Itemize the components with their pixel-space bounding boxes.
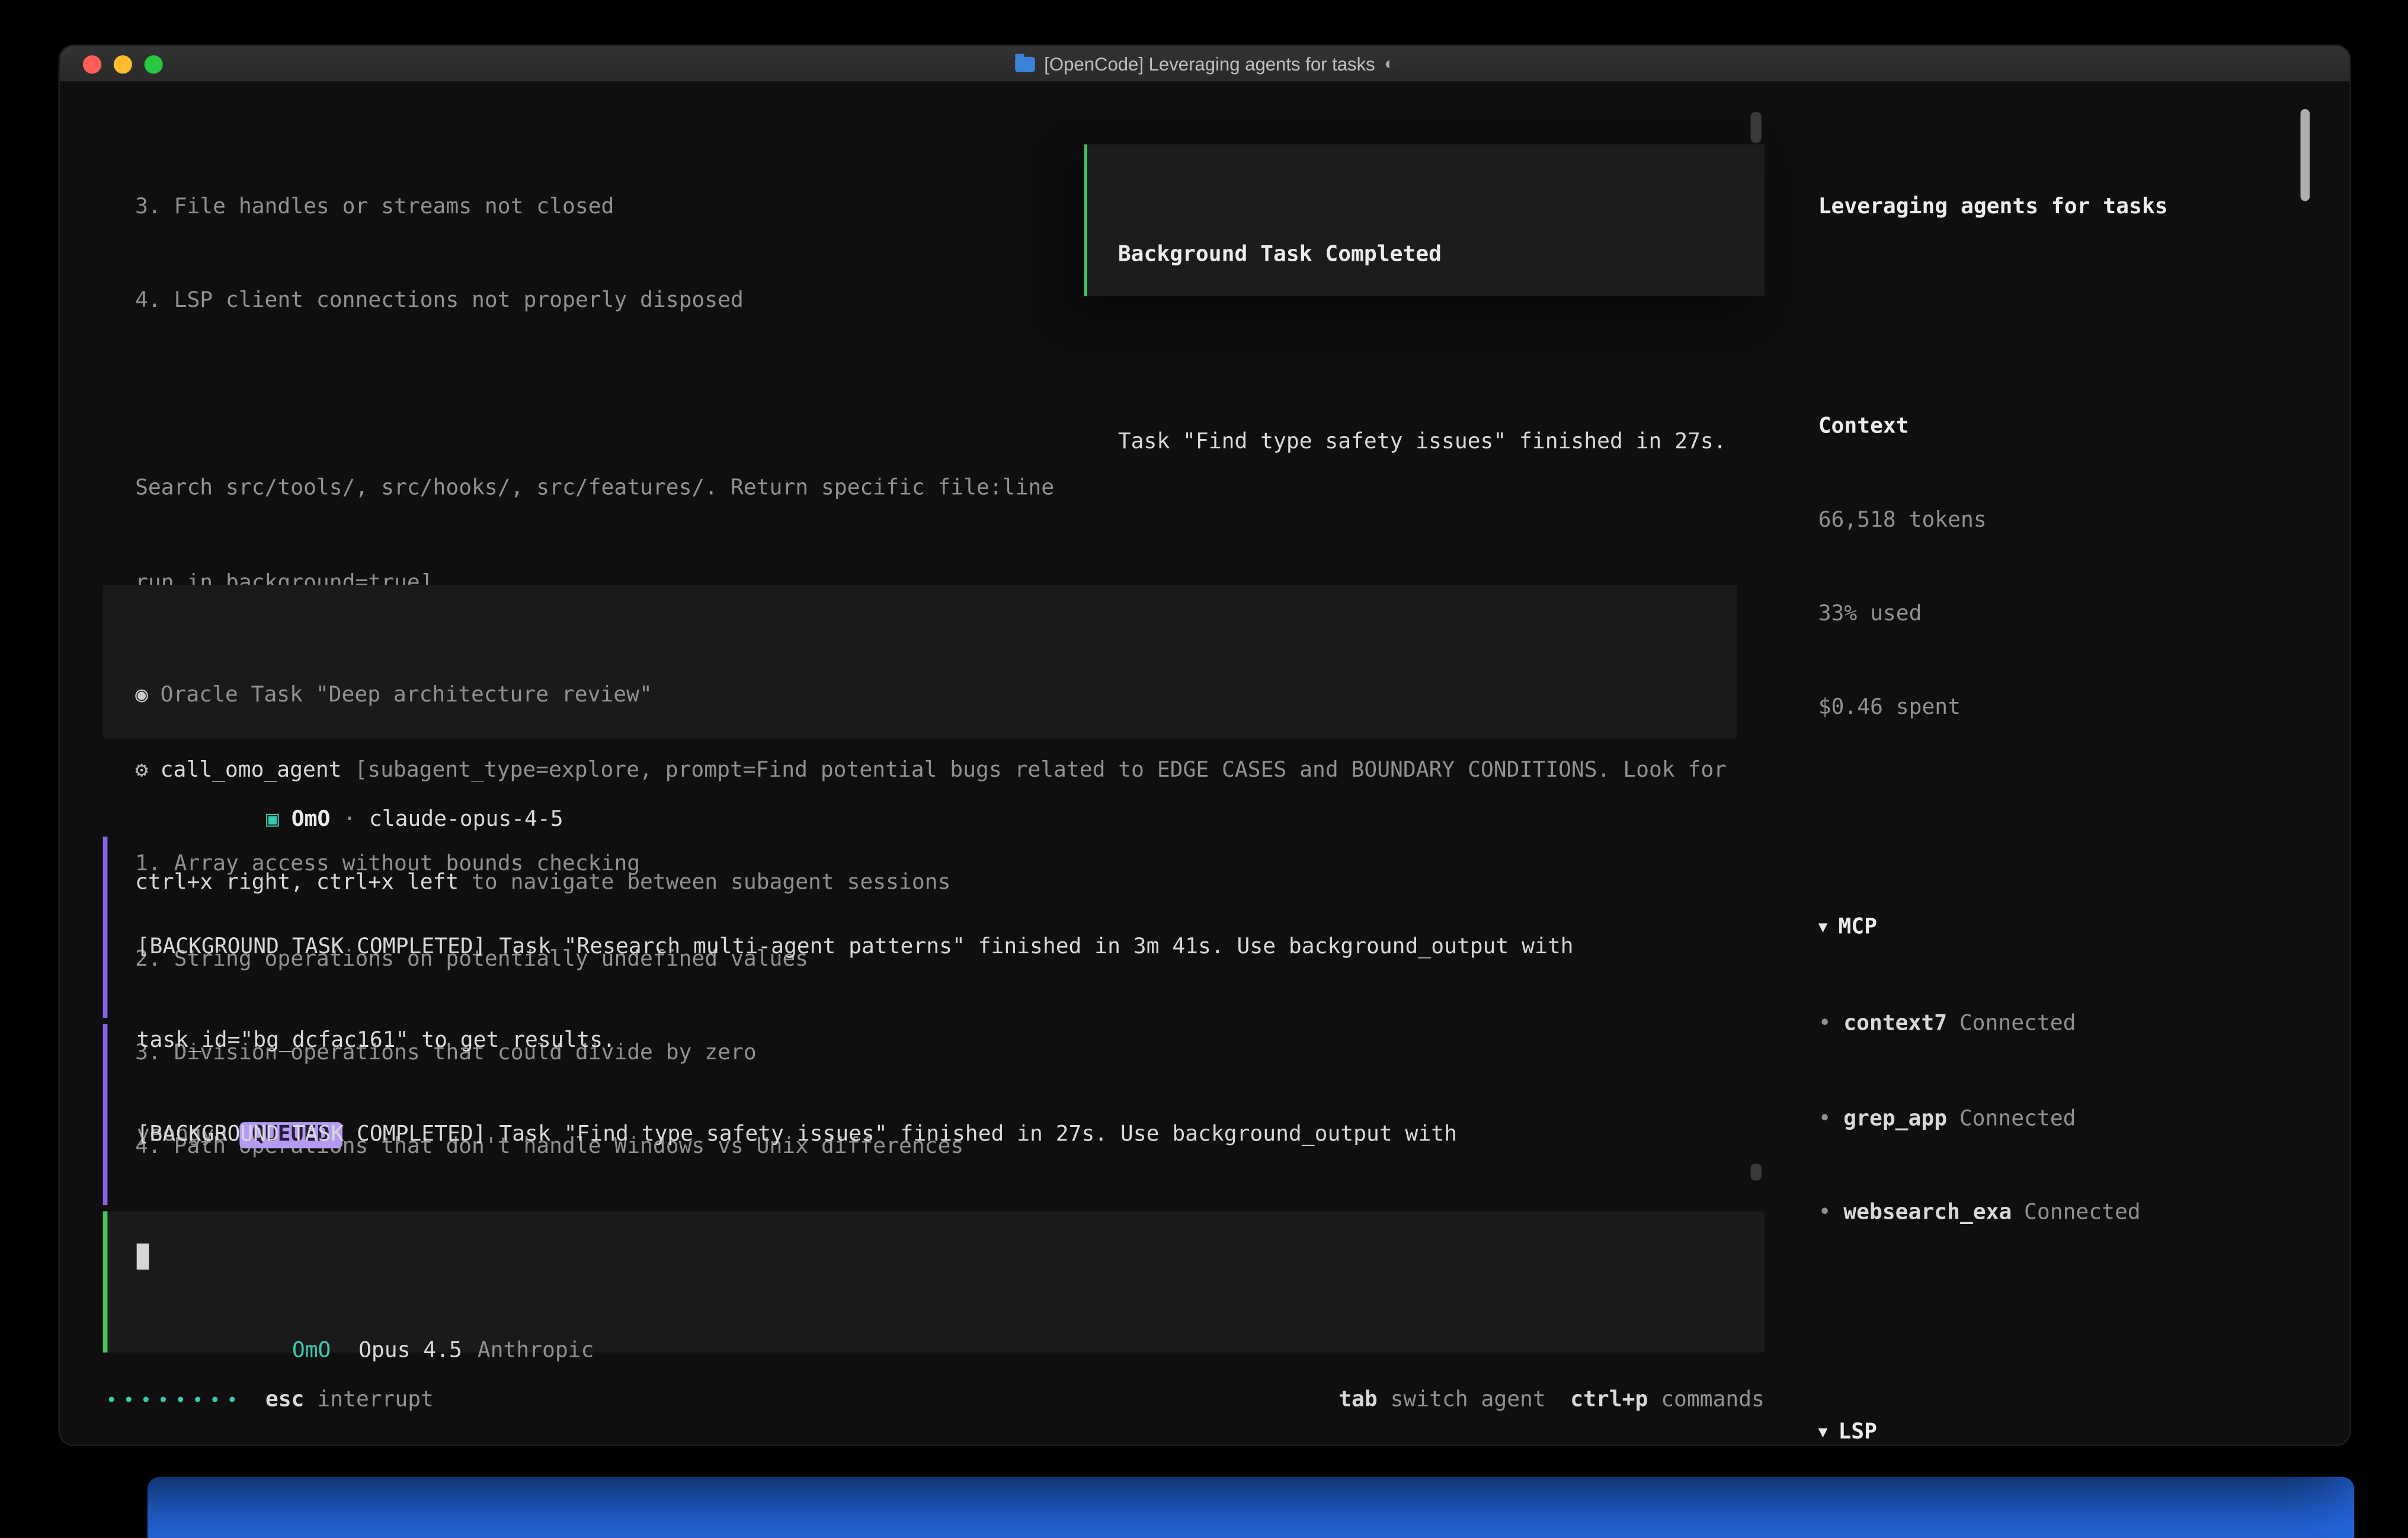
titlebar[interactable]: [OpenCode] Leveraging agents for tasks ◐ [60,46,2349,83]
mcp-status: Connected [1959,1012,2076,1036]
sidebar-scrollbar-thumb[interactable] [2301,109,2310,201]
record-icon: ◉ [135,683,148,707]
main-scrollbar-thumb[interactable] [1751,112,1762,143]
window-title: [OpenCode] Leveraging agents for tasks [1044,53,1375,74]
notification-body: Task "Find type safety issues" finished … [1118,427,1765,459]
collapse-arrow-icon: ▼ [1818,1418,1828,1446]
input-agent-name: OmO [292,1340,331,1364]
message-scrollbar-thumb[interactable] [1751,1164,1762,1181]
agent-icon: ▣ [266,808,279,832]
notification-title: Background Task Completed [1118,239,1765,271]
mcp-section-header[interactable]: ▼ MCP [1818,912,2299,946]
message-text: [BACKGROUND TASK COMPLETED] Task "Find t… [137,1119,1771,1150]
mcp-name: websearch_exa [1843,1200,2012,1225]
bullet-icon: • [1818,1200,1831,1225]
input-model-name: Opus 4.5 [358,1340,462,1364]
traffic-lights [83,46,163,82]
agent-model: claude-opus-4-5 [369,808,563,832]
agent-name: OmO [292,808,331,832]
mcp-status: Connected [2024,1200,2141,1225]
ctrlp-key-label: commands [1648,1385,1765,1416]
message-text: [BACKGROUND TASK COMPLETED] Task "Resear… [137,931,1771,963]
session-title: Leveraging agents for tasks [1818,191,2299,223]
close-button[interactable] [83,55,101,73]
context-used: 33% used [1818,599,2299,630]
spinner-dots: •••••••• [106,1385,244,1416]
mcp-name: context7 [1843,1012,1947,1036]
agent-separator: · [330,808,369,832]
mcp-item-context7: • context7 Connected [1818,1009,2299,1040]
context-spent: $0.46 spent [1818,693,2299,724]
zoom-button[interactable] [145,55,163,73]
tab-key-label: switch agent [1378,1385,1546,1416]
esc-key-label: interrupt [304,1385,433,1416]
sidebar: Leveraging agents for tasks Context 66,5… [1795,81,2350,1444]
oracle-task-panel[interactable]: ◉Oracle Task "Deep architecture review" … [103,585,1737,738]
mcp-name: grep_app [1843,1106,1947,1130]
collapse-arrow-icon: ▼ [1818,914,1828,945]
ctrlp-key-hint: ctrl+p [1570,1385,1648,1416]
notification-toast: Background Task Completed Task "Find typ… [1084,145,1765,297]
main-pane: 3. File handles or streams not closed 4.… [60,81,1795,1444]
oracle-task-title: Oracle Task "Deep architecture review" [161,683,652,707]
message-background-task-2: [BACKGROUND TASK COMPLETED] Task "Find t… [103,1024,1771,1205]
message-background-task-1: [BACKGROUND TASK COMPLETED] Task "Resear… [103,837,1771,1018]
minimize-button[interactable] [114,55,132,73]
oracle-task-title-line: ◉ Oracle Task "Deep architecture review" [135,680,1737,711]
background-window[interactable] [148,1477,2354,1538]
lsp-heading: LSP [1838,1420,1877,1444]
tab-key-hint: tab [1339,1385,1378,1416]
timer-icon: ◐ [1384,55,1394,73]
text-cursor [137,1244,149,1270]
statusbar: •••••••• esc interrupt tab switch agent … [106,1385,1765,1416]
mcp-status: Connected [1959,1106,2076,1130]
mcp-item-grep-app: • grep_app Connected [1818,1103,2299,1135]
input-provider-name: Anthropic [478,1340,594,1364]
agent-header: ▣OmO · claude-opus-4-5 [137,774,563,805]
context-heading: Context [1818,411,2299,443]
prompt-input[interactable]: OmOOpus 4.5Anthropic [103,1211,1765,1352]
window-title-group: [OpenCode] Leveraging agents for tasks ◐ [1015,53,1394,74]
mcp-heading: MCP [1838,915,1877,940]
screen: [OpenCode] Leveraging agents for tasks ◐… [0,0,2408,1532]
bullet-icon: • [1818,1106,1831,1130]
lsp-section-header[interactable]: ▼ LSP [1818,1417,2299,1446]
context-tokens: 66,518 tokens [1818,505,2299,536]
terminal-window: [OpenCode] Leveraging agents for tasks ◐… [58,44,2351,1446]
folder-icon [1015,56,1035,72]
mcp-item-websearch-exa: • websearch_exa Connected [1818,1197,2299,1229]
esc-key-hint: esc [265,1385,305,1416]
bullet-icon: • [1818,1012,1831,1036]
